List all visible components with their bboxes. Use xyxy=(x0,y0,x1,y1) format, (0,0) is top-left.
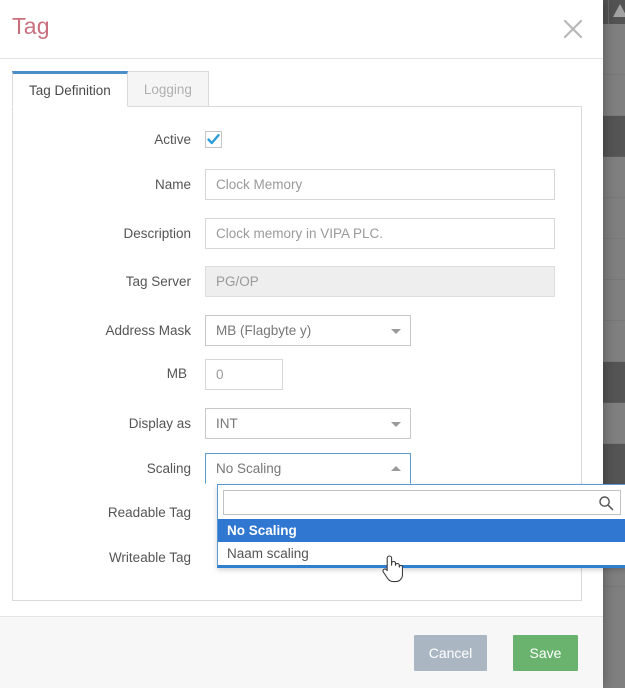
address-mask-value: MB (Flagbyte y) xyxy=(216,322,312,338)
scaling-label: Scaling xyxy=(146,460,191,476)
checkmark-icon xyxy=(207,133,220,144)
scaling-select[interactable]: No Scaling xyxy=(205,452,411,484)
description-input[interactable]: Clock memory in VIPA PLC. xyxy=(205,217,555,249)
address-mask-select[interactable]: MB (Flagbyte y) xyxy=(205,314,411,346)
screen: Tag Tag Definition Logging Active Name C… xyxy=(0,0,625,688)
active-label: Active xyxy=(154,131,191,147)
scaling-value: No Scaling xyxy=(216,460,282,476)
tag-server-input: PG/OP xyxy=(205,265,555,297)
mb-label: MB xyxy=(166,366,187,381)
close-icon[interactable] xyxy=(560,16,586,42)
field-row-display-as: Display as INT xyxy=(13,407,581,439)
tag-server-label: Tag Server xyxy=(125,273,191,289)
field-row-active: Active xyxy=(13,124,581,154)
display-as-label: Display as xyxy=(128,415,191,431)
field-row-scaling: Scaling No Scaling xyxy=(13,452,581,484)
display-as-value: INT xyxy=(216,415,238,431)
writeable-tag-label: Writeable Tag xyxy=(108,549,191,565)
chevron-up-icon xyxy=(391,465,401,471)
tab-bar: Tag Definition Logging xyxy=(12,71,209,107)
description-label: Description xyxy=(123,225,191,241)
field-row-tag-server: Tag Server PG/OP xyxy=(13,265,581,297)
tab-logging-label: Logging xyxy=(143,81,192,97)
address-mask-label: Address Mask xyxy=(105,322,191,338)
field-row-name: Name Clock Memory xyxy=(13,168,581,200)
field-row-description: Description Clock memory in VIPA PLC. xyxy=(13,217,581,249)
chevron-down-icon xyxy=(391,421,401,427)
tab-tag-definition[interactable]: Tag Definition xyxy=(12,71,128,107)
dropdown-search-input[interactable] xyxy=(224,491,620,514)
cancel-button[interactable]: Cancel xyxy=(414,635,487,671)
display-as-select[interactable]: INT xyxy=(205,407,411,439)
dropdown-option-naam-scaling[interactable]: Naam scaling xyxy=(218,542,625,565)
mb-input[interactable]: 0 xyxy=(205,358,283,390)
tag-dialog: Tag Tag Definition Logging Active Name C… xyxy=(0,0,603,688)
name-input[interactable]: Clock Memory xyxy=(205,168,555,200)
name-label: Name xyxy=(154,176,191,192)
scaling-dropdown: No Scaling Naam scaling xyxy=(217,484,625,568)
dropdown-option-no-scaling[interactable]: No Scaling xyxy=(218,519,625,542)
page-title: Tag xyxy=(12,13,50,39)
field-row-address-mask: Address Mask MB (Flagbyte y) xyxy=(13,314,581,346)
dialog-header: Tag xyxy=(0,0,603,59)
tab-tag-definition-label: Tag Definition xyxy=(29,82,111,98)
active-checkbox[interactable] xyxy=(205,130,222,148)
chevron-down-icon xyxy=(391,328,401,334)
dialog-footer: Cancel Save xyxy=(0,616,603,688)
tab-logging[interactable]: Logging xyxy=(126,71,209,107)
search-icon xyxy=(598,495,614,511)
readable-tag-label: Readable Tag xyxy=(107,504,191,520)
field-row-mb: MB 0 xyxy=(13,358,581,390)
dropdown-search-wrapper xyxy=(223,490,621,515)
save-button[interactable]: Save xyxy=(513,635,578,671)
